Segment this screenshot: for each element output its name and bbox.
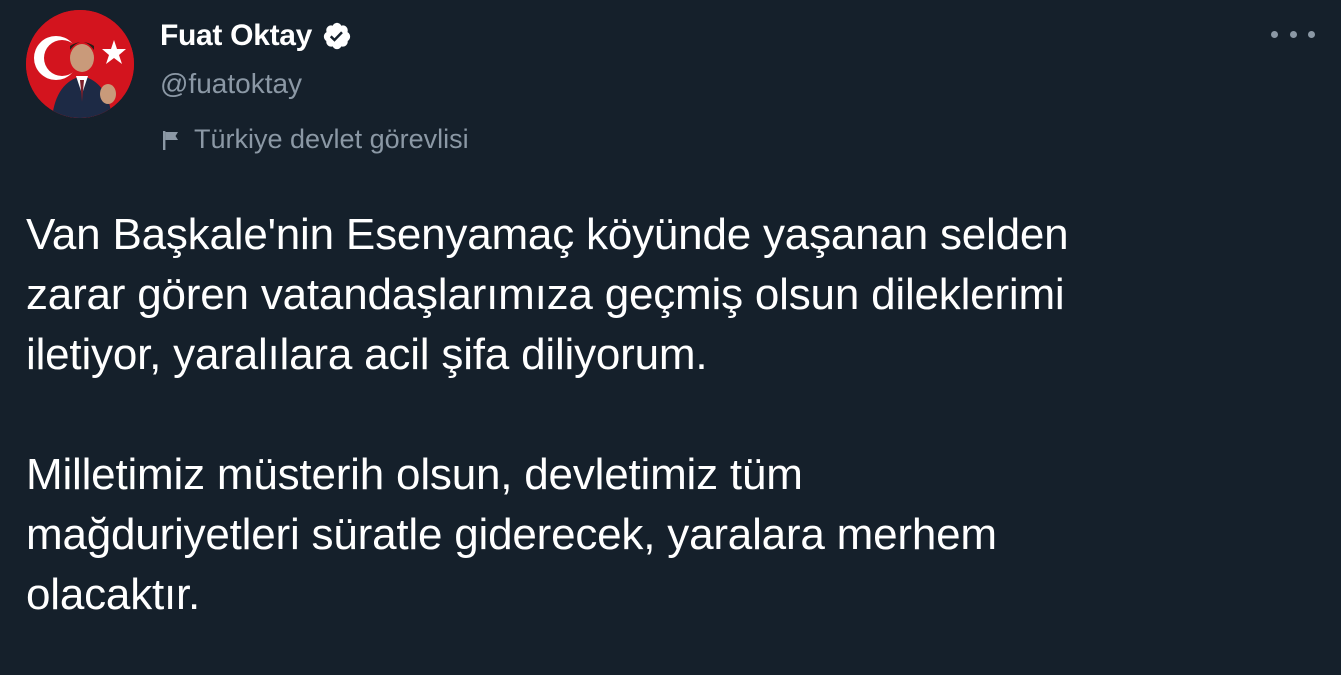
tweet-text: Van Başkale'nin Esenyamaç köyünde yaşana… bbox=[26, 205, 1316, 625]
profile-avatar-image bbox=[26, 10, 134, 118]
tweet-paragraph: Van Başkale'nin Esenyamaç köyünde yaşana… bbox=[26, 210, 1069, 379]
more-options-icon[interactable] bbox=[1271, 22, 1315, 46]
affiliation-label: Türkiye devlet görevlisi bbox=[160, 124, 469, 155]
tweet-card: Fuat Oktay @fuatoktay Türkiye devlet gör… bbox=[0, 0, 1341, 675]
tweet-paragraph: Milletimiz müsterih olsun, devletimiz tü… bbox=[26, 450, 997, 619]
verified-badge-icon bbox=[322, 21, 352, 51]
avatar[interactable] bbox=[26, 10, 134, 118]
display-name[interactable]: Fuat Oktay bbox=[160, 19, 312, 53]
flag-icon bbox=[160, 128, 184, 152]
tweet-header: Fuat Oktay @fuatoktay Türkiye devlet gör… bbox=[160, 16, 469, 155]
user-handle[interactable]: @fuatoktay bbox=[160, 68, 469, 100]
name-row: Fuat Oktay bbox=[160, 16, 469, 56]
affiliation-text: Türkiye devlet görevlisi bbox=[194, 124, 469, 154]
